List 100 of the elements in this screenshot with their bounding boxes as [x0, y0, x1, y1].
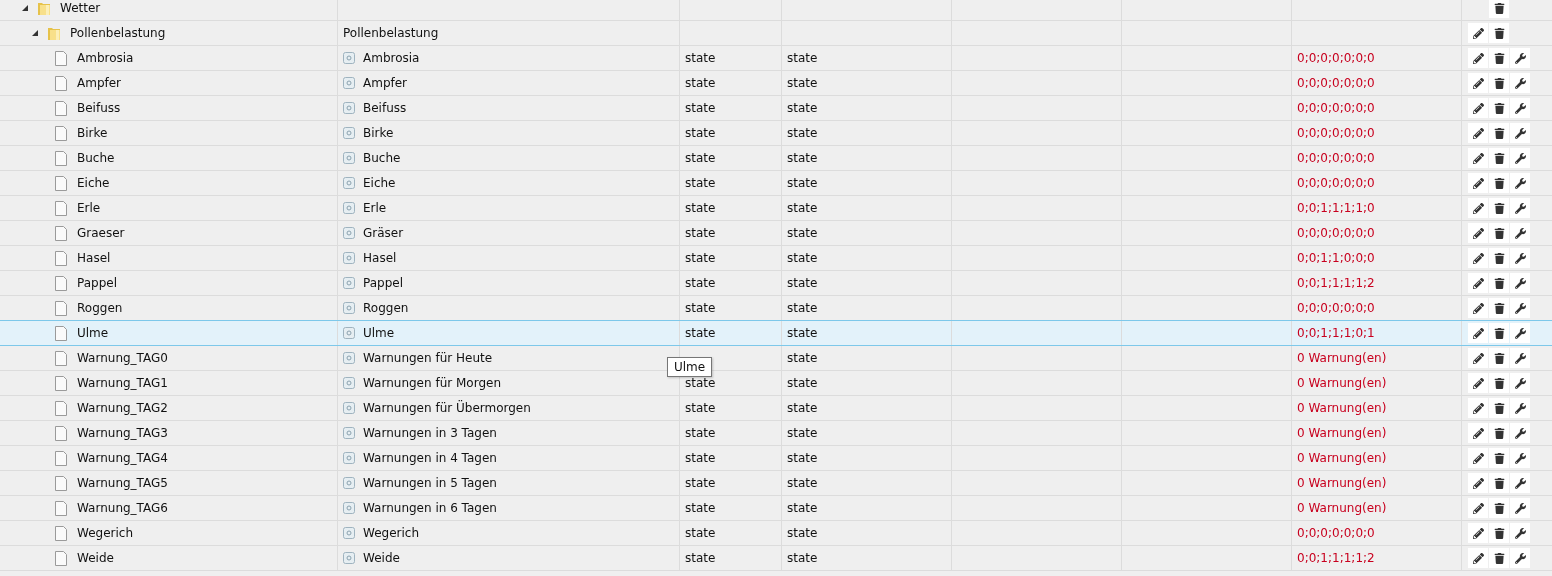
tree-row[interactable]: Pollenbelastung Pollenbelastung	[0, 21, 1552, 46]
delete-button[interactable]	[1489, 48, 1509, 68]
edit-button[interactable]	[1468, 448, 1488, 468]
delete-button[interactable]	[1489, 23, 1509, 43]
delete-button[interactable]	[1489, 423, 1509, 443]
edit-button[interactable]	[1468, 198, 1488, 218]
settings-button[interactable]	[1510, 223, 1530, 243]
delete-button[interactable]	[1489, 323, 1509, 343]
edit-button[interactable]	[1468, 323, 1488, 343]
tree-row[interactable]: Weide Weide state state 0;0;1;1;1;1;2	[0, 546, 1552, 571]
settings-button[interactable]	[1510, 498, 1530, 518]
settings-button[interactable]	[1510, 73, 1530, 93]
settings-button[interactable]	[1510, 373, 1530, 393]
tree-row[interactable]: Warnung_TAG4 Warnungen in 4 Tagen state state 0 Warnung(en)	[0, 446, 1552, 471]
settings-button[interactable]	[1510, 548, 1530, 568]
wrench-icon	[1514, 502, 1526, 514]
tree-row[interactable]: Ambrosia Ambrosia state state 0;0;0;0;0;0;0	[0, 46, 1552, 71]
settings-button[interactable]	[1510, 423, 1530, 443]
tree-row[interactable]: Warnung_TAG1 Warnungen für Morgen state state 0 Warnung(en)	[0, 371, 1552, 396]
tree-row[interactable]: Warnung_TAG3 Warnungen in 3 Tagen state state 0 Warnung(en)	[0, 421, 1552, 446]
delete-button[interactable]	[1489, 548, 1509, 568]
object-name: Pappel	[77, 276, 117, 290]
pencil-icon	[1472, 27, 1484, 39]
expanded-triangle-icon[interactable]	[32, 30, 38, 36]
delete-button[interactable]	[1489, 173, 1509, 193]
tree-row[interactable]: Warnung_TAG5 Warnungen in 5 Tagen state state 0 Warnung(en)	[0, 471, 1552, 496]
tree-row[interactable]: Graeser Gräser state state 0;0;0;0;0;0;0	[0, 221, 1552, 246]
settings-button[interactable]	[1510, 123, 1530, 143]
wrench-icon	[1514, 52, 1526, 64]
delete-button[interactable]	[1489, 223, 1509, 243]
edit-button[interactable]	[1468, 23, 1488, 43]
delete-button[interactable]	[1489, 248, 1509, 268]
settings-button[interactable]	[1510, 98, 1530, 118]
edit-button[interactable]	[1468, 223, 1488, 243]
edit-button[interactable]	[1468, 498, 1488, 518]
tree-row[interactable]: Buche Buche state state 0;0;0;0;0;0;0	[0, 146, 1552, 171]
edit-button[interactable]	[1468, 123, 1488, 143]
delete-button[interactable]	[1489, 498, 1509, 518]
tree-row[interactable]: Wetter	[0, 0, 1552, 21]
settings-button[interactable]	[1510, 348, 1530, 368]
delete-button[interactable]	[1489, 398, 1509, 418]
tree-row[interactable]: Pappel Pappel state state 0;0;1;1;1;1;2	[0, 271, 1552, 296]
delete-button[interactable]	[1489, 473, 1509, 493]
object-type: state	[685, 76, 716, 90]
edit-button[interactable]	[1468, 148, 1488, 168]
edit-button[interactable]	[1468, 548, 1488, 568]
edit-button[interactable]	[1468, 373, 1488, 393]
settings-button[interactable]	[1510, 398, 1530, 418]
tree-row[interactable]: Beifuss Beifuss state state 0;0;0;0;0;0;0	[0, 96, 1552, 121]
delete-button[interactable]	[1489, 98, 1509, 118]
delete-button[interactable]	[1489, 348, 1509, 368]
delete-button[interactable]	[1489, 0, 1509, 18]
delete-button[interactable]	[1489, 273, 1509, 293]
delete-button[interactable]	[1489, 148, 1509, 168]
object-type: state	[685, 326, 716, 340]
settings-button[interactable]	[1510, 448, 1530, 468]
tree-row[interactable]: Erle Erle state state 0;0;1;1;1;1;0	[0, 196, 1552, 221]
tree-row[interactable]: Warnung_TAG2 Warnungen für Übermorgen state state 0 Warnung(en)	[0, 396, 1552, 421]
tree-row[interactable]: Hasel Hasel state state 0;0;1;1;0;0;0	[0, 246, 1552, 271]
tree-row[interactable]: Birke Birke state state 0;0;0;0;0;0;0	[0, 121, 1552, 146]
edit-button[interactable]	[1468, 398, 1488, 418]
object-value: 0;0;1;1;1;1;0	[1297, 201, 1375, 215]
edit-button[interactable]	[1468, 248, 1488, 268]
edit-button[interactable]	[1468, 98, 1488, 118]
settings-button[interactable]	[1510, 298, 1530, 318]
expanded-triangle-icon[interactable]	[22, 5, 28, 11]
edit-button[interactable]	[1468, 348, 1488, 368]
settings-button[interactable]	[1510, 323, 1530, 343]
edit-button[interactable]	[1468, 298, 1488, 318]
delete-button[interactable]	[1489, 73, 1509, 93]
object-value: 0 Warnung(en)	[1297, 451, 1387, 465]
edit-button[interactable]	[1468, 73, 1488, 93]
settings-button[interactable]	[1510, 198, 1530, 218]
tree-row[interactable]: Roggen Roggen state state 0;0;0;0;0;0;0	[0, 296, 1552, 321]
tree-row[interactable]: Ampfer Ampfer state state 0;0;0;0;0;0;0	[0, 71, 1552, 96]
edit-button[interactable]	[1468, 523, 1488, 543]
tree-row[interactable]: Eiche Eiche state state 0;0;0;0;0;0;0	[0, 171, 1552, 196]
edit-button[interactable]	[1468, 48, 1488, 68]
tree-row[interactable]: Warnung_TAG6 Warnungen in 6 Tagen state state 0 Warnung(en)	[0, 496, 1552, 521]
delete-button[interactable]	[1489, 123, 1509, 143]
object-description: Warnungen in 4 Tagen	[363, 451, 497, 465]
settings-button[interactable]	[1510, 248, 1530, 268]
settings-button[interactable]	[1510, 523, 1530, 543]
settings-button[interactable]	[1510, 148, 1530, 168]
delete-button[interactable]	[1489, 373, 1509, 393]
settings-button[interactable]	[1510, 473, 1530, 493]
delete-button[interactable]	[1489, 523, 1509, 543]
delete-button[interactable]	[1489, 448, 1509, 468]
delete-button[interactable]	[1489, 298, 1509, 318]
object-description: Warnungen für Morgen	[363, 376, 501, 390]
edit-button[interactable]	[1468, 473, 1488, 493]
delete-button[interactable]	[1489, 198, 1509, 218]
edit-button[interactable]	[1468, 273, 1488, 293]
edit-button[interactable]	[1468, 423, 1488, 443]
settings-button[interactable]	[1510, 273, 1530, 293]
edit-button[interactable]	[1468, 173, 1488, 193]
tree-row[interactable]: Ulme Ulme state state 0;0;1;1;1;0;1	[0, 321, 1552, 346]
settings-button[interactable]	[1510, 173, 1530, 193]
tree-row[interactable]: Wegerich Wegerich state state 0;0;0;0;0;0;0	[0, 521, 1552, 546]
settings-button[interactable]	[1510, 48, 1530, 68]
